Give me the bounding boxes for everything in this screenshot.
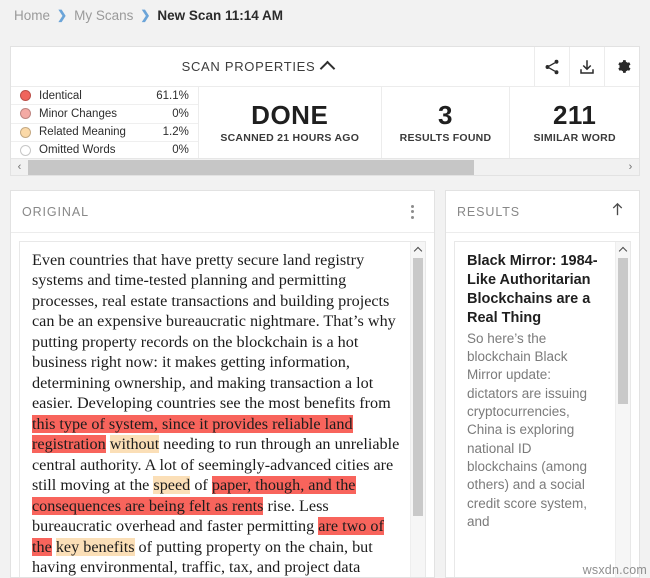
original-panel-title: ORIGINAL bbox=[22, 204, 89, 219]
chevron-up-icon bbox=[320, 60, 336, 77]
arrow-up-icon bbox=[612, 202, 623, 215]
share-button[interactable] bbox=[534, 47, 569, 86]
scroll-up-arrow-icon[interactable] bbox=[616, 242, 630, 257]
scan-legend: Identical 61.1% Minor Changes 0% Related… bbox=[11, 87, 199, 159]
share-icon bbox=[545, 59, 559, 74]
scrollbar-thumb[interactable] bbox=[618, 258, 628, 404]
results-panel-header: RESULTS bbox=[446, 191, 639, 233]
results-scroll-container: Black Mirror: 1984-Like Authoritarian Bl… bbox=[454, 241, 631, 577]
doc-segment-related: without bbox=[109, 435, 160, 454]
legend-color-dot bbox=[20, 144, 31, 156]
original-document-area: Even countries that have pretty secure l… bbox=[11, 233, 434, 577]
breadcrumb-separator-icon: ❯ bbox=[57, 8, 68, 22]
results-collapse-button[interactable] bbox=[607, 199, 628, 225]
gear-icon bbox=[617, 60, 630, 73]
original-panel-header: ORIGINAL bbox=[11, 191, 434, 233]
content-panels: ORIGINAL Even countries that have pretty… bbox=[10, 190, 640, 578]
results-list-area: Black Mirror: 1984-Like Authoritarian Bl… bbox=[446, 233, 639, 577]
stat-value: 3 bbox=[438, 100, 453, 131]
scan-properties-title: SCAN PROPERTIES bbox=[181, 59, 316, 74]
scroll-up-arrow-icon[interactable] bbox=[411, 242, 425, 257]
document-text[interactable]: Even countries that have pretty secure l… bbox=[20, 242, 410, 577]
scan-properties-toggle[interactable]: SCAN PROPERTIES bbox=[11, 47, 534, 86]
legend-label: Identical bbox=[39, 89, 82, 102]
breadcrumb-item-my-scans[interactable]: My Scans bbox=[74, 8, 133, 23]
breadcrumb: Home ❯ My Scans ❯ New Scan 11:14 AM bbox=[0, 0, 650, 30]
legend-label: Minor Changes bbox=[39, 107, 117, 120]
result-item[interactable]: Black Mirror: 1984-Like Authoritarian Bl… bbox=[467, 252, 605, 531]
breadcrumb-item-home[interactable]: Home bbox=[14, 8, 50, 23]
legend-item-related-meaning: Related Meaning 1.2% bbox=[11, 124, 198, 142]
results-list: Black Mirror: 1984-Like Authoritarian Bl… bbox=[455, 242, 615, 577]
original-panel: ORIGINAL Even countries that have pretty… bbox=[10, 190, 435, 578]
results-panel-title: RESULTS bbox=[457, 204, 521, 219]
legend-color-dot bbox=[20, 90, 31, 102]
scrollbar-thumb[interactable] bbox=[413, 258, 423, 516]
stat-caption: SIMILAR WORD bbox=[533, 131, 616, 144]
legend-label: Omitted Words bbox=[39, 144, 116, 157]
stat-results-found: 3 RESULTS FOUND bbox=[382, 87, 511, 159]
stat-caption: SCANNED 21 HOURS AGO bbox=[220, 131, 360, 144]
doc-segment: Even countries that have pretty secure l… bbox=[32, 251, 396, 413]
scan-properties-body: Identical 61.1% Minor Changes 0% Related… bbox=[11, 87, 639, 159]
results-panel: RESULTS Black Mirror: 1984-Like Authorit… bbox=[445, 190, 640, 578]
results-vertical-scrollbar[interactable] bbox=[615, 242, 630, 577]
scroll-left-arrow-icon[interactable]: ‹ bbox=[11, 159, 28, 175]
legend-value: 0% bbox=[172, 107, 189, 120]
scan-properties-header: SCAN PROPERTIES bbox=[11, 47, 639, 87]
result-title[interactable]: Black Mirror: 1984-Like Authoritarian Bl… bbox=[467, 252, 605, 329]
legend-item-omitted-words: Omitted Words 0% bbox=[11, 142, 198, 159]
scroll-right-arrow-icon[interactable]: › bbox=[622, 159, 639, 175]
scrollbar-thumb[interactable] bbox=[28, 160, 474, 175]
stat-value: DONE bbox=[251, 100, 329, 131]
stat-scan-status: DONE SCANNED 21 HOURS AGO bbox=[199, 87, 382, 159]
doc-segment: of bbox=[190, 476, 212, 495]
result-snippet: So here’s the blockchain Black Mirror up… bbox=[467, 330, 588, 530]
doc-segment-related: key benefits bbox=[55, 537, 135, 556]
download-button[interactable] bbox=[569, 47, 604, 86]
document-vertical-scrollbar[interactable] bbox=[410, 242, 425, 577]
scan-properties-horizontal-scrollbar[interactable]: ‹ › bbox=[11, 158, 639, 175]
scan-properties-card: SCAN PROPERTIES Identical 61.1% Minor Ch… bbox=[10, 46, 640, 176]
legend-value: 0% bbox=[172, 144, 189, 157]
original-document: Even countries that have pretty secure l… bbox=[19, 241, 426, 577]
kebab-menu-icon[interactable] bbox=[401, 201, 423, 223]
stat-similar-words: 211 SIMILAR WORD bbox=[510, 87, 639, 159]
stat-caption: RESULTS FOUND bbox=[399, 131, 492, 144]
legend-color-dot bbox=[20, 108, 31, 120]
scrollbar-track[interactable] bbox=[28, 159, 622, 175]
breadcrumb-item-current: New Scan 11:14 AM bbox=[157, 7, 283, 23]
download-icon bbox=[580, 59, 594, 74]
doc-segment-related: speed bbox=[153, 476, 191, 495]
settings-button[interactable] bbox=[604, 47, 639, 86]
legend-value: 61.1% bbox=[156, 89, 189, 102]
legend-label: Related Meaning bbox=[39, 126, 126, 139]
legend-item-identical: Identical 61.1% bbox=[11, 87, 198, 106]
legend-item-minor-changes: Minor Changes 0% bbox=[11, 105, 198, 124]
legend-value: 1.2% bbox=[162, 126, 189, 139]
legend-color-dot bbox=[20, 126, 31, 138]
stat-value: 211 bbox=[552, 100, 597, 131]
breadcrumb-separator-icon: ❯ bbox=[140, 8, 151, 22]
